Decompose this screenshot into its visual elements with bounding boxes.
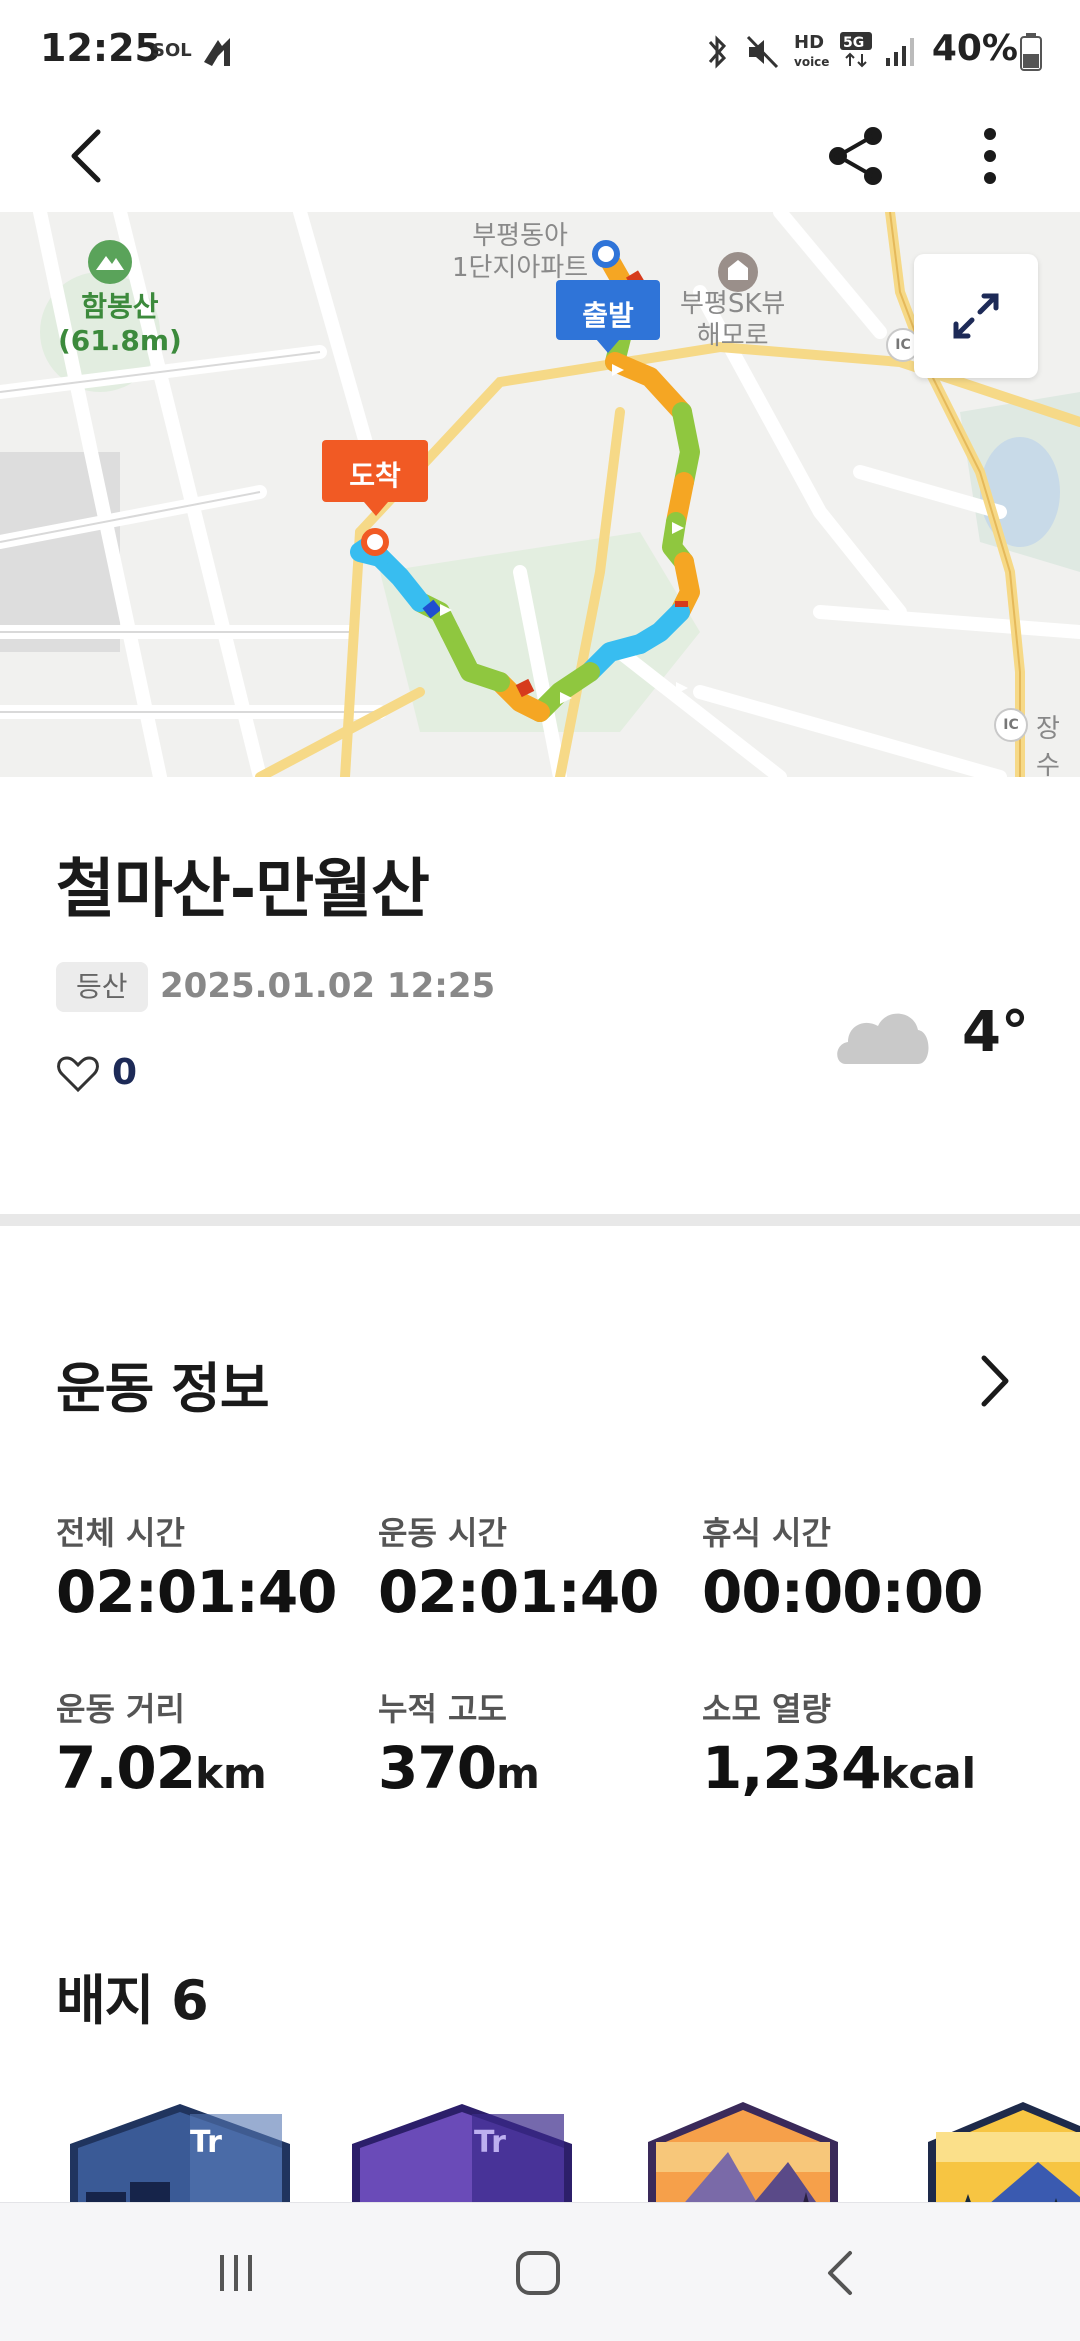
exercise-info-heading: 운동 정보 — [56, 1357, 270, 1420]
stat-elevation-value: 370 — [378, 1734, 497, 1802]
stat-distance: 7.02km — [56, 1734, 267, 1802]
recent-apps-icon — [220, 2255, 252, 2291]
badges-heading: 배지 6 — [56, 1969, 209, 2032]
finish-label-text: 도착 — [349, 459, 401, 492]
temperature: 4° — [962, 1000, 1029, 1065]
expand-icon — [953, 293, 999, 339]
mountain-name: 함봉산 — [81, 290, 159, 323]
district-label: 장수 — [1036, 714, 1060, 777]
status-time: 12:25 — [40, 26, 161, 70]
exercise-info-more-button[interactable] — [970, 1346, 1020, 1420]
back-arrow-icon — [828, 2251, 852, 2295]
stat-distance-value: 7.02 — [56, 1734, 196, 1802]
home-icon — [516, 2251, 560, 2295]
mountain-icon — [86, 238, 134, 290]
svg-text:5G: 5G — [843, 35, 864, 51]
chevron-right-icon — [981, 1355, 1009, 1407]
badge-purple-icon[interactable]: Tr — [352, 2104, 572, 2202]
share-button[interactable] — [818, 118, 894, 198]
start-marker-pointer — [596, 339, 620, 353]
map-poi-label-2: 부평SK뷰 해모로 — [680, 288, 785, 352]
home-button[interactable] — [512, 2247, 564, 2303]
stat-elevation-label: 누적 고도 — [378, 1690, 507, 1728]
5g-icon: 5G — [838, 30, 878, 74]
svg-text:Tr: Tr — [474, 2125, 506, 2160]
mountain-label: 함봉산 (61.8m) — [58, 290, 182, 358]
activity-type-tag: 등산 — [56, 962, 148, 1012]
badge-carousel[interactable]: Tr Tr — [0, 2098, 1080, 2202]
start-label-text: 출발 — [582, 299, 634, 332]
stat-exercise-time-label: 운동 시간 — [378, 1514, 507, 1552]
expand-map-button[interactable] — [914, 254, 1038, 378]
cloud-icon — [834, 998, 934, 1072]
app-bar — [0, 100, 1080, 212]
ic-badge-2: IC — [994, 708, 1028, 742]
finish-marker-pointer — [364, 502, 388, 516]
battery-percentage: 40% — [931, 28, 1018, 69]
stat-elevation-unit: m — [496, 1749, 540, 1798]
signal-icon — [884, 34, 918, 72]
mountain-height: (61.8m) — [58, 324, 182, 357]
system-back-button[interactable] — [818, 2247, 866, 2303]
badge-forest-icon[interactable] — [928, 2102, 1080, 2202]
section-divider — [0, 1214, 1080, 1226]
stat-calories-value: 1,234 — [702, 1734, 881, 1802]
battery-icon — [1018, 32, 1044, 76]
stat-total-time-label: 전체 시간 — [56, 1514, 185, 1552]
stat-calories-unit: kcal — [880, 1749, 977, 1798]
bluetooth-icon — [702, 32, 732, 76]
badge-city-icon[interactable]: Tr — [70, 2104, 290, 2202]
hd-voice-icon: HD voice — [794, 32, 830, 70]
route-map[interactable]: 출발 도착 부평동아 1단지아파트 부평SK뷰 해모로 함봉산 (61.8m) … — [0, 212, 1080, 777]
stat-total-time-value: 02:01:40 — [56, 1558, 338, 1626]
finish-marker-label: 도착 — [322, 440, 428, 502]
stat-calories: 1,234kcal — [702, 1734, 976, 1802]
activity-datetime: 2025.01.02 12:25 — [160, 966, 496, 1006]
poi1-line1: 부평동아 — [472, 221, 568, 251]
stat-calories-label: 소모 열량 — [702, 1690, 831, 1728]
activity-title: 철마산-만월산 — [56, 853, 430, 927]
more-options-button[interactable] — [952, 118, 1028, 198]
svg-text:SOL: SOL — [152, 40, 192, 61]
bank-app-icon: SOL — [150, 30, 192, 76]
like-button[interactable] — [56, 1054, 100, 1098]
badge-mountain-sunset-icon[interactable] — [648, 2102, 838, 2202]
stat-distance-label: 운동 거리 — [56, 1690, 185, 1728]
back-button[interactable] — [52, 116, 122, 200]
map-poi-label: 부평동아 1단지아파트 — [452, 220, 588, 284]
stat-elevation: 370m — [378, 1734, 540, 1802]
stat-exercise-time-value: 02:01:40 — [378, 1558, 660, 1626]
like-count: 0 — [112, 1052, 138, 1093]
status-bar: 12:25 SOL HD voice 5G 40% — [0, 0, 1080, 100]
heart-icon — [57, 1056, 99, 1093]
poi2-line1: 부평SK뷰 — [680, 289, 786, 319]
stat-rest-time-label: 휴식 시간 — [702, 1514, 831, 1552]
tranggle-app-icon — [200, 32, 240, 76]
recent-apps-button[interactable] — [212, 2249, 260, 2301]
poi1-line2: 1단지아파트 — [452, 253, 589, 283]
start-marker-label: 출발 — [556, 280, 660, 340]
system-nav-bar — [0, 2202, 1080, 2341]
poi2-line2: 해모로 — [696, 321, 769, 351]
stat-distance-unit: km — [195, 1749, 267, 1798]
stat-rest-time-value: 00:00:00 — [702, 1558, 984, 1626]
mute-icon — [745, 32, 781, 76]
svg-text:Tr: Tr — [190, 2125, 222, 2160]
